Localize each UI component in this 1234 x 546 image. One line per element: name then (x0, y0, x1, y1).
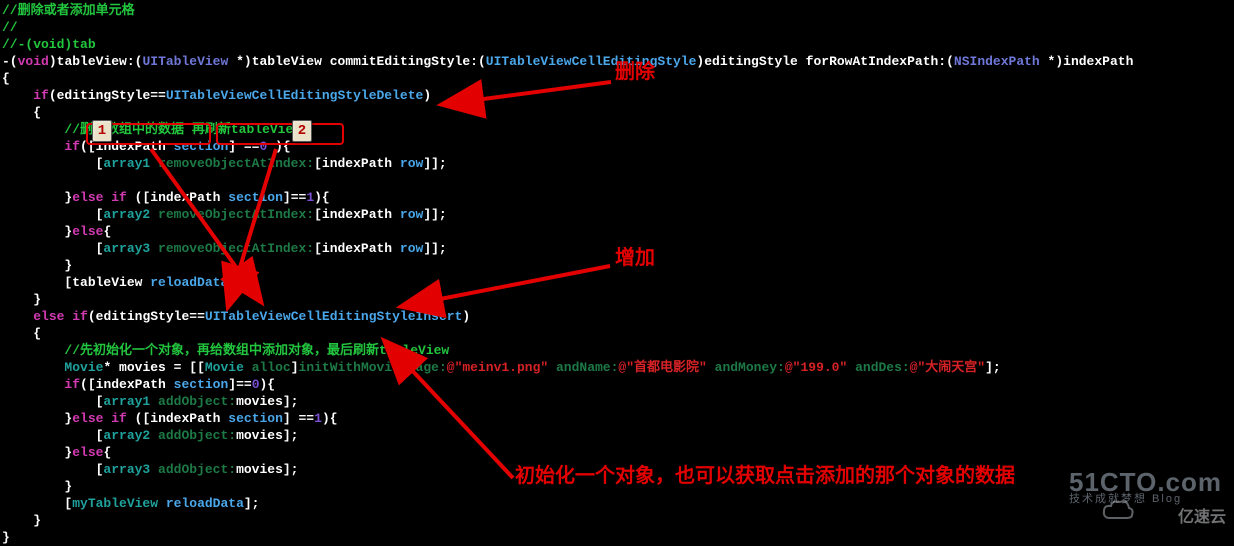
arrow-icon (398, 358, 538, 493)
annotation-bottom: 初始化一个对象，也可以获取点击添加的那个对象的数据 (515, 468, 1015, 485)
comment: //-(void)tab (2, 37, 96, 52)
arrow-icon (226, 144, 286, 289)
arrow-icon (425, 276, 615, 313)
annotation-delete: 删除 (615, 64, 655, 81)
annotation-add: 增加 (615, 250, 655, 267)
badge-2: 2 (292, 120, 312, 142)
comment: //删除或者添加单元格 (2, 3, 135, 18)
badge-1: 1 (92, 120, 112, 142)
highlight-box-2 (216, 123, 344, 145)
arrow-icon (466, 74, 616, 111)
comment: // (2, 20, 18, 35)
